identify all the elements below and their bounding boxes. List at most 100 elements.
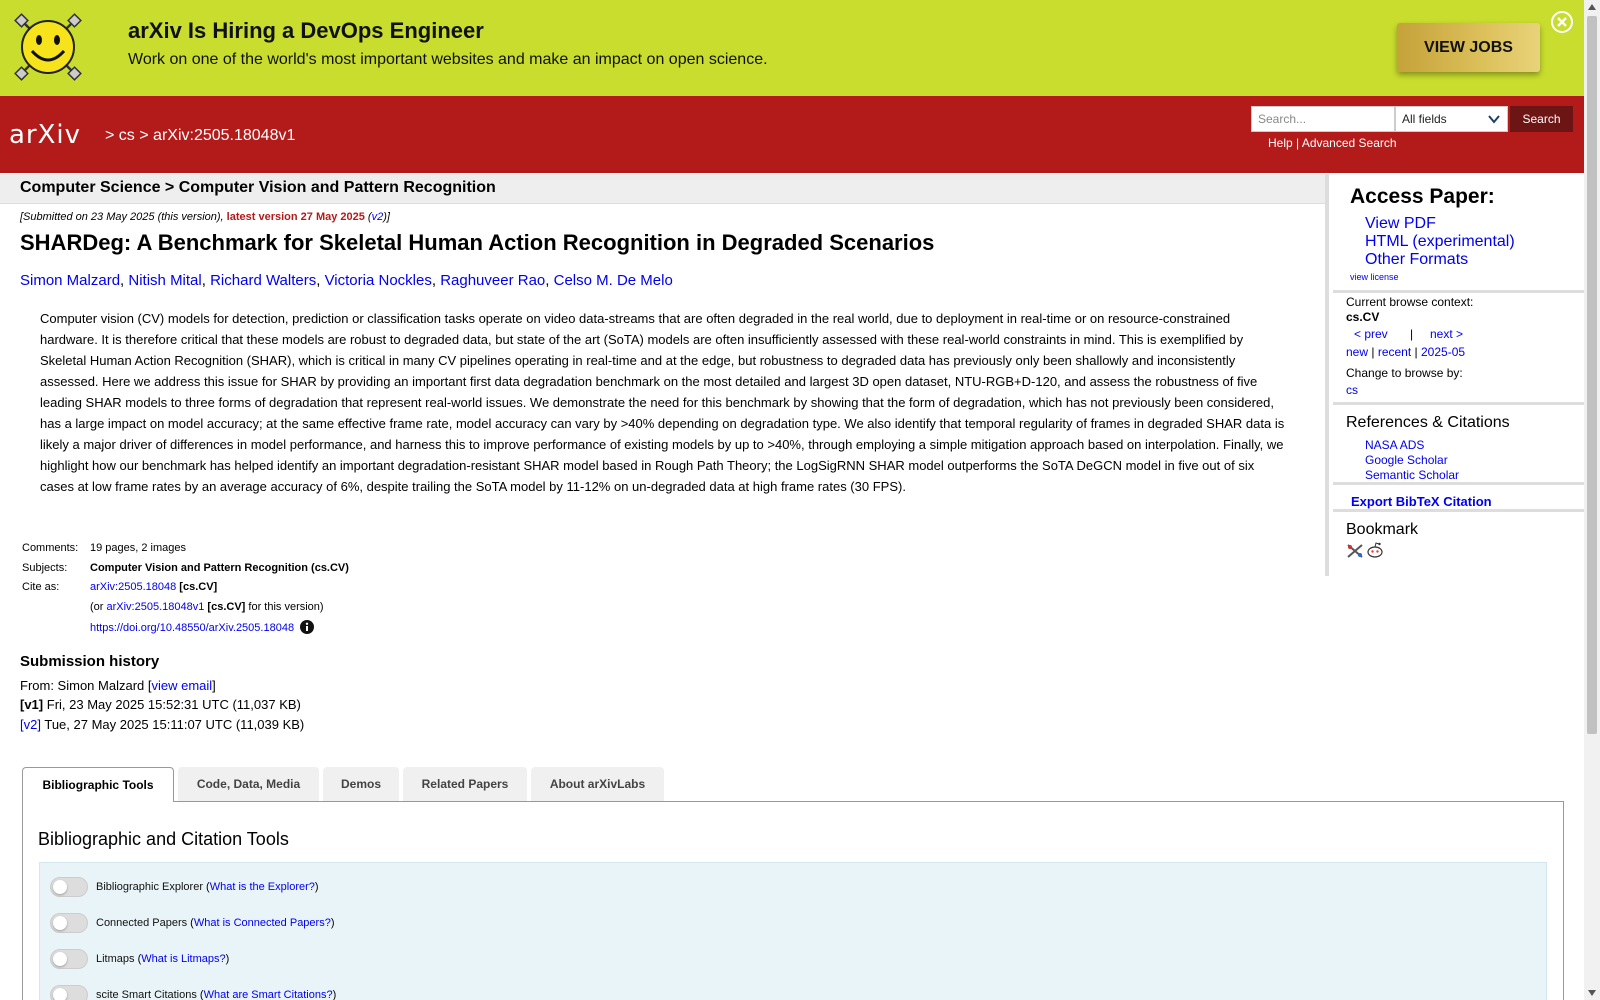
export-bibtex-link[interactable]: Export BibTeX Citation xyxy=(1351,494,1492,509)
bibsonomy-icon[interactable] xyxy=(1346,543,1364,559)
scrollbar-thumb[interactable] xyxy=(1587,16,1597,734)
tool-name: Litmaps xyxy=(96,953,135,965)
subject-breadcrumb: Computer Science > Computer Vision and P… xyxy=(20,179,496,196)
help-link[interactable]: Help xyxy=(1268,136,1293,150)
author-link[interactable]: Richard Walters xyxy=(210,272,316,289)
arxiv-logo[interactable]: arXiv xyxy=(9,115,101,155)
author-list: Simon Malzard, Nitish Mital, Richard Wal… xyxy=(20,272,673,289)
subjects-value: Computer Vision and Pattern Recognition … xyxy=(90,562,349,574)
view-email-link[interactable]: view email xyxy=(151,678,212,693)
smiley-icon xyxy=(14,13,82,81)
v2-history-link[interactable]: [v2] xyxy=(20,717,41,732)
tool-name: Connected Papers xyxy=(96,917,188,929)
submission-dateline: [Submitted on 23 May 2025 (this version)… xyxy=(20,211,390,223)
html-link[interactable]: HTML (experimental) xyxy=(1365,233,1515,251)
cite-id-link[interactable]: arXiv:2505.18048 xyxy=(90,581,176,593)
breadcrumb-cs[interactable]: cs xyxy=(119,127,135,144)
v2-link[interactable]: v2 xyxy=(372,211,384,223)
subject-bar: Computer Science > Computer Vision and P… xyxy=(0,174,1325,204)
tool-name: scite Smart Citations xyxy=(96,989,197,1000)
breadcrumb-sep: > xyxy=(139,127,149,144)
logo-text: arXiv xyxy=(9,120,81,150)
references-title: References & Citations xyxy=(1346,414,1510,431)
latest-version: latest version 27 May 2025 xyxy=(226,211,365,223)
context-label: Current browse context: xyxy=(1346,295,1474,309)
history-v2: [v2] Tue, 27 May 2025 15:11:07 UTC (11,0… xyxy=(20,717,305,732)
search-input[interactable] xyxy=(1251,106,1395,132)
paper-title: SHARDeg: A Benchmark for Skeletal Human … xyxy=(20,230,935,255)
cite-label: Cite as: xyxy=(22,581,60,593)
scroll-up-icon[interactable] xyxy=(1588,4,1596,10)
breadcrumb-paper-id: arXiv:2505.18048v1 xyxy=(153,127,296,144)
view-license-link[interactable]: view license xyxy=(1350,272,1399,282)
toggle-switch[interactable] xyxy=(50,985,88,1000)
tool-info-link[interactable]: What is Litmaps? xyxy=(141,953,225,965)
banner-title: arXiv Is Hiring a DevOps Engineer xyxy=(128,18,484,43)
dateline-submitted: [Submitted on 23 May 2025 (this version)… xyxy=(20,211,227,223)
info-icon[interactable] xyxy=(300,620,315,634)
bookmark-title: Bookmark xyxy=(1346,521,1419,538)
view-jobs-button[interactable]: VIEW JOBS xyxy=(1397,23,1540,72)
reddit-icon[interactable] xyxy=(1366,541,1384,559)
month-link[interactable]: 2025-05 xyxy=(1421,345,1465,359)
help-sep: | xyxy=(1296,136,1300,150)
tool-name: Bibliographic Explorer xyxy=(96,881,203,893)
comments-value: 19 pages, 2 images xyxy=(90,542,187,554)
semantic-scholar-link[interactable]: Semantic Scholar xyxy=(1365,468,1459,482)
nasa-ads-link[interactable]: NASA ADS xyxy=(1365,438,1424,452)
tab-related-papers[interactable]: Related Papers xyxy=(403,767,527,801)
scroll-down-icon[interactable] xyxy=(1588,990,1596,996)
new-link[interactable]: new xyxy=(1346,345,1368,359)
tool-info-link[interactable]: What are Smart Citations? xyxy=(204,989,333,1000)
advanced-search-link[interactable]: Advanced Search xyxy=(1302,136,1397,150)
prev-link[interactable]: < prev xyxy=(1354,327,1388,341)
author-link[interactable]: Victoria Nockles xyxy=(325,272,432,289)
toggle-switch[interactable] xyxy=(50,877,88,897)
browse-links: new | recent | 2025-05 xyxy=(1346,345,1466,359)
breadcrumb: > cs > arXiv:2505.18048v1 xyxy=(105,127,295,145)
abstract: Computer vision (CV) models for detectio… xyxy=(40,311,1285,494)
author-link[interactable]: Celso M. De Melo xyxy=(554,272,673,289)
tool-row: scite Smart Citations (What are Smart Ci… xyxy=(50,985,336,1000)
search-field-value: All fields xyxy=(1402,112,1447,126)
history-from: From: Simon Malzard [view email] xyxy=(20,678,216,693)
search-field-select[interactable]: All fields xyxy=(1395,106,1508,132)
doi-link[interactable]: https://doi.org/10.48550/arXiv.2505.1804… xyxy=(90,622,294,634)
tool-info-link[interactable]: What is Connected Papers? xyxy=(194,917,331,929)
author-link[interactable]: Nitish Mital xyxy=(128,272,201,289)
cite-v1-link[interactable]: arXiv:2505.18048v1 xyxy=(107,601,205,613)
nav-sep: | xyxy=(1410,327,1414,341)
recent-link[interactable]: recent xyxy=(1378,345,1411,359)
access-paper-title: Access Paper: xyxy=(1350,185,1495,208)
browse-cs-link[interactable]: cs xyxy=(1346,383,1358,397)
next-link[interactable]: next > xyxy=(1430,327,1463,341)
submission-history-title: Submission history xyxy=(20,653,160,670)
view-pdf-link[interactable]: View PDF xyxy=(1365,215,1436,233)
banner-subtitle: Work on one of the world's most importan… xyxy=(128,51,768,68)
author-link[interactable]: Simon Malzard xyxy=(20,272,120,289)
hiring-banner: arXiv Is Hiring a DevOps Engineer Work o… xyxy=(0,0,1584,96)
tab-code-data-media[interactable]: Code, Data, Media xyxy=(178,767,319,801)
close-circle-icon[interactable] xyxy=(1551,11,1573,33)
help-links: Help | Advanced Search xyxy=(1268,136,1397,150)
tool-row: Connected Papers (What is Connected Pape… xyxy=(50,913,335,933)
site-header: arXiv > cs > arXiv:2505.18048v1 All fiel… xyxy=(0,96,1584,173)
history-v1: [v1] Fri, 23 May 2025 15:52:31 UTC (11,0… xyxy=(20,697,301,712)
other-formats-link[interactable]: Other Formats xyxy=(1365,251,1468,269)
google-scholar-link[interactable]: Google Scholar xyxy=(1365,453,1448,467)
toggle-switch[interactable] xyxy=(50,949,88,969)
panel-title: Bibliographic and Citation Tools xyxy=(38,829,289,849)
v1-label: [v1] xyxy=(20,697,44,712)
search-button[interactable]: Search xyxy=(1510,106,1573,132)
tool-info-link[interactable]: What is the Explorer? xyxy=(210,881,315,893)
change-browse-label: Change to browse by: xyxy=(1346,366,1463,380)
tab-about-arxivlabs[interactable]: About arXivLabs xyxy=(531,767,664,801)
author-link[interactable]: Raghuveer Rao xyxy=(440,272,545,289)
toggle-switch[interactable] xyxy=(50,913,88,933)
tool-row: Litmaps (What is Litmaps?) xyxy=(50,949,229,969)
sidebar: Access Paper: View PDF HTML (experimenta… xyxy=(1325,174,1588,576)
tab-demos[interactable]: Demos xyxy=(323,767,399,801)
comments-label: Comments: xyxy=(22,542,79,554)
tab-bibliographic-tools[interactable]: Bibliographic Tools xyxy=(22,767,174,802)
subjects-label: Subjects: xyxy=(22,562,68,574)
